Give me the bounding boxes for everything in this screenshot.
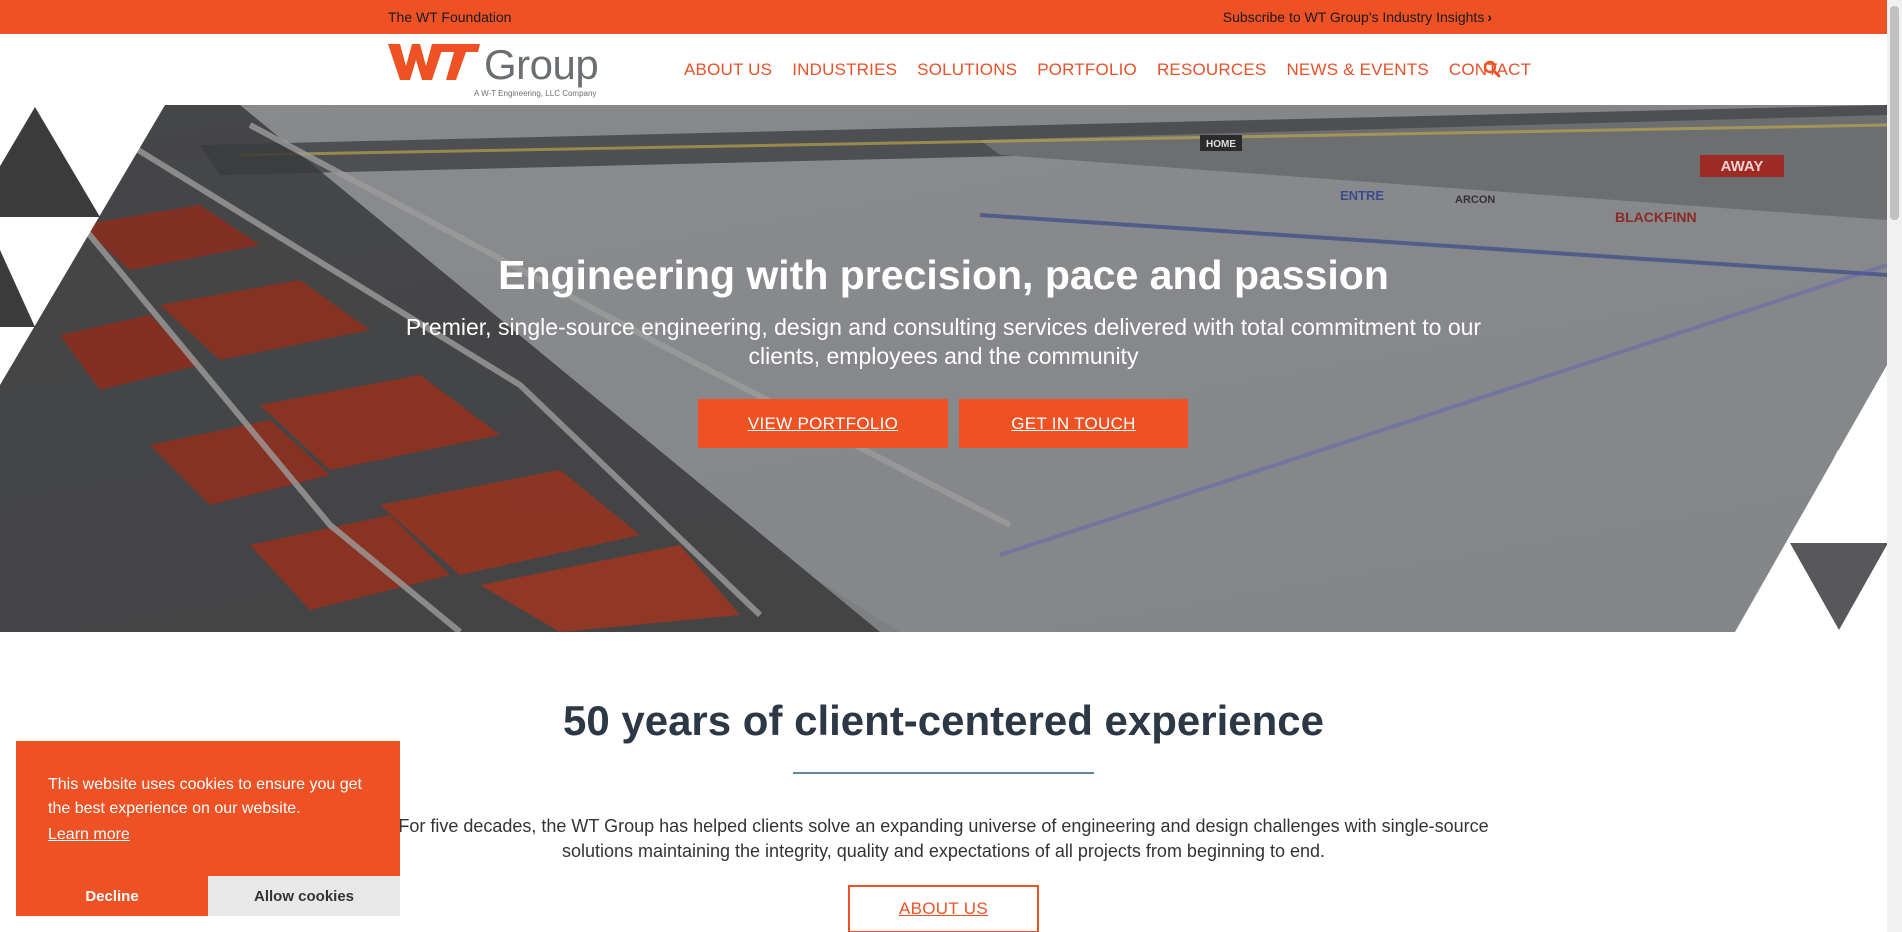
rink-sign-home: HOME xyxy=(1206,139,1236,150)
hero-title: Engineering with precision, pace and pas… xyxy=(498,252,1389,298)
nav-news-events[interactable]: NEWS & EVENTS xyxy=(1286,60,1428,80)
main-nav: ABOUT US INDUSTRIES SOLUTIONS PORTFOLIO … xyxy=(684,60,1551,80)
rink-sign-arcon: ARCON xyxy=(1455,194,1495,206)
subscribe-link-label: Subscribe to WT Group's Industry Insight… xyxy=(1222,9,1485,25)
top-bar: The WT Foundation Subscribe to WT Group'… xyxy=(0,0,1887,34)
rink-sign-away: AWAY xyxy=(1721,158,1764,175)
wt-foundation-link[interactable]: The WT Foundation xyxy=(388,9,511,25)
wt-group-logo[interactable]: Group A W-T Engineering, LLC Company xyxy=(388,41,600,102)
section-divider xyxy=(793,772,1094,774)
nav-about-us[interactable]: ABOUT US xyxy=(684,60,772,80)
about-us-button[interactable]: ABOUT US xyxy=(848,885,1039,932)
nav-industries[interactable]: INDUSTRIES xyxy=(792,60,897,80)
view-portfolio-button[interactable]: VIEW PORTFOLIO xyxy=(698,399,948,448)
cookie-decline-button[interactable]: Decline xyxy=(16,876,208,916)
subscribe-insights-link[interactable]: Subscribe to WT Group's Industry Insight… xyxy=(1223,9,1492,25)
page: The WT Foundation Subscribe to WT Group'… xyxy=(0,0,1902,932)
cookie-allow-button[interactable]: Allow cookies xyxy=(208,876,400,916)
page-scrollbar[interactable] xyxy=(1887,0,1902,932)
section-body: For five decades, the WT Group has helpe… xyxy=(398,816,1489,861)
hero-subtitle: Premier, single-source engineering, desi… xyxy=(405,314,1482,369)
site-header: Group A W-T Engineering, LLC Company ABO… xyxy=(0,34,1887,105)
logo-group-text: Group xyxy=(484,41,599,88)
nav-portfolio[interactable]: PORTFOLIO xyxy=(1037,60,1137,80)
search-icon[interactable] xyxy=(1483,60,1501,78)
scrollbar-thumb[interactable] xyxy=(1890,6,1899,220)
cookie-learn-more-link[interactable]: Learn more xyxy=(48,826,130,844)
wt-logo-mark-icon xyxy=(388,44,480,80)
chevron-right-icon: › xyxy=(1487,9,1492,25)
logo-tagline: A W-T Engineering, LLC Company xyxy=(474,89,597,98)
nav-resources[interactable]: RESOURCES xyxy=(1157,60,1267,80)
rink-sign-entre: ENTRE xyxy=(1340,188,1384,203)
hero-banner: HOME AWAY BLACKFINN ENTRE ARCON Engineer… xyxy=(0,105,1887,632)
cookie-message: This website uses cookies to ensure you … xyxy=(48,776,362,817)
rink-sign-blackfinn: BLACKFINN xyxy=(1615,209,1697,225)
cookie-banner: This website uses cookies to ensure you … xyxy=(16,741,400,916)
nav-solutions[interactable]: SOLUTIONS xyxy=(917,60,1017,80)
section-title: 50 years of client-centered experience xyxy=(562,697,1325,744)
get-in-touch-button[interactable]: GET IN TOUCH xyxy=(959,399,1188,448)
